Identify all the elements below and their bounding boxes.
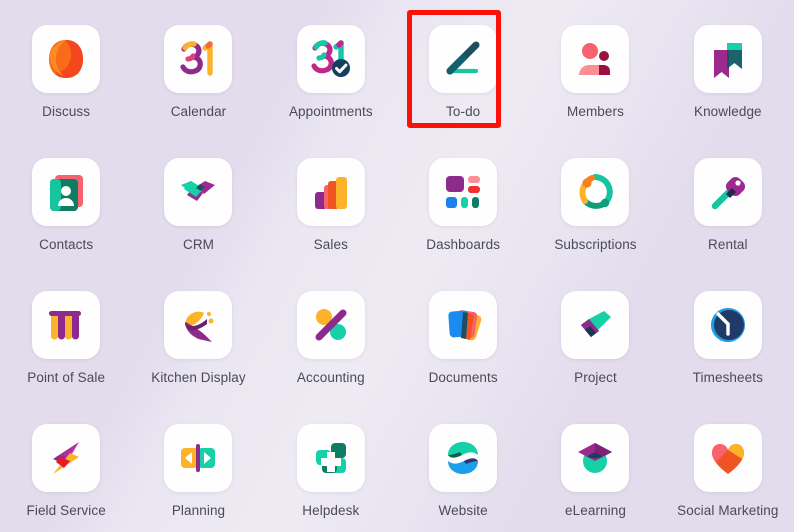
app-label: Field Service [26, 503, 106, 518]
todo-pen-icon [446, 41, 480, 75]
app-item-field-service[interactable]: Field Service [0, 399, 132, 532]
timesheets-clock-icon [710, 308, 745, 342]
helpdesk-cross-icon [315, 443, 346, 473]
app-item-social-marketing[interactable]: Social Marketing [662, 399, 794, 532]
app-item-website[interactable]: Website [397, 399, 529, 532]
app-tile[interactable] [296, 158, 365, 226]
app-item-helpdesk[interactable]: Helpdesk [265, 399, 397, 532]
app-label: Subscriptions [554, 237, 637, 252]
app-item-crm[interactable]: CRM [132, 133, 264, 266]
discuss-icon [49, 40, 84, 78]
project-check-icon [581, 311, 612, 337]
app-item-point-of-sale[interactable]: Point of Sale [0, 266, 132, 399]
app-item-discuss[interactable]: Discuss [0, 0, 132, 133]
app-item-to-do[interactable]: To-do [397, 0, 529, 133]
app-label: Accounting [296, 370, 365, 385]
app-tile[interactable] [164, 291, 233, 359]
app-item-contacts[interactable]: Contacts [0, 133, 132, 266]
app-tile[interactable] [429, 25, 498, 93]
app-tile[interactable] [164, 158, 233, 226]
app-label: Knowledge [693, 104, 762, 119]
app-item-dashboards[interactable]: Dashboards [397, 133, 529, 266]
app-label: Project [574, 370, 617, 385]
website-leaves-icon [448, 442, 479, 474]
members-people-icon [579, 43, 611, 75]
app-label: Documents [428, 370, 498, 385]
app-label: Discuss [42, 104, 91, 119]
app-label: Timesheets [692, 370, 763, 385]
app-label: Members [567, 104, 624, 119]
app-grid: Discuss Calendar Appointments To-do Memb… [0, 0, 794, 532]
app-label: Rental [708, 237, 748, 252]
pos-awning-icon [49, 311, 82, 340]
app-tile[interactable] [164, 424, 233, 492]
app-label: Helpdesk [302, 503, 360, 518]
app-tile[interactable] [32, 424, 101, 492]
app-tile[interactable] [32, 158, 101, 226]
documents-pages-icon [448, 310, 482, 341]
dashboards-tiles-icon [446, 176, 481, 208]
kitchen-display-pan-icon [185, 311, 214, 342]
app-label: Point of Sale [27, 370, 106, 385]
app-tile[interactable] [561, 291, 630, 359]
planning-arrows-icon [181, 444, 216, 472]
app-item-planning[interactable]: Planning [132, 399, 264, 532]
app-tile[interactable] [429, 158, 498, 226]
app-tile[interactable] [561, 424, 630, 492]
app-item-timesheets[interactable]: Timesheets [662, 266, 794, 399]
app-label: Kitchen Display [151, 370, 246, 385]
elearning-cap-icon [578, 443, 613, 473]
app-tile[interactable] [32, 291, 101, 359]
app-item-rental[interactable]: Rental [662, 133, 794, 266]
app-item-accounting[interactable]: Accounting [265, 266, 397, 399]
app-item-knowledge[interactable]: Knowledge [662, 0, 794, 133]
app-tile[interactable] [429, 424, 498, 492]
app-tile[interactable] [164, 25, 233, 93]
app-item-sales[interactable]: Sales [265, 133, 397, 266]
app-tile[interactable] [561, 158, 630, 226]
app-tile[interactable] [296, 25, 365, 93]
sales-bars-icon [314, 177, 347, 209]
field-service-bolt-icon [53, 442, 80, 474]
app-tile[interactable] [296, 291, 365, 359]
app-item-elearning[interactable]: eLearning [529, 399, 661, 532]
app-item-project[interactable]: Project [529, 266, 661, 399]
appointments-31-check-icon [311, 40, 350, 77]
app-label: Calendar [170, 104, 227, 119]
app-tile[interactable] [693, 158, 762, 226]
app-item-calendar[interactable]: Calendar [132, 0, 264, 133]
accounting-percent-icon [315, 309, 347, 341]
crm-handshake-icon [181, 181, 216, 201]
app-label: Social Marketing [677, 503, 779, 518]
app-label: Planning [171, 503, 226, 518]
app-tile[interactable] [693, 424, 762, 492]
app-tile[interactable] [32, 25, 101, 93]
app-tile[interactable] [296, 424, 365, 492]
app-label: CRM [182, 237, 215, 252]
app-tile[interactable] [693, 291, 762, 359]
app-tile[interactable] [561, 25, 630, 93]
app-label: eLearning [565, 503, 626, 518]
app-label: Sales [313, 237, 348, 252]
knowledge-bookmark-icon [713, 43, 742, 78]
app-tile[interactable] [429, 291, 498, 359]
app-item-appointments[interactable]: Appointments [265, 0, 397, 133]
calendar-31-icon [180, 41, 214, 76]
app-label: Contacts [39, 237, 94, 252]
subscriptions-recycle-icon [579, 174, 614, 209]
app-item-documents[interactable]: Documents [397, 266, 529, 399]
app-item-members[interactable]: Members [529, 0, 661, 133]
rental-key-icon [711, 176, 745, 210]
app-item-subscriptions[interactable]: Subscriptions [529, 133, 661, 266]
app-label: Dashboards [426, 237, 501, 252]
app-tile[interactable] [693, 25, 762, 93]
app-item-kitchen-display[interactable]: Kitchen Display [132, 266, 264, 399]
app-label: Website [438, 503, 488, 518]
social-marketing-heart-icon [711, 444, 744, 474]
contacts-card-icon [50, 175, 84, 211]
app-label: Appointments [288, 104, 373, 119]
app-label: To-do [446, 104, 481, 119]
